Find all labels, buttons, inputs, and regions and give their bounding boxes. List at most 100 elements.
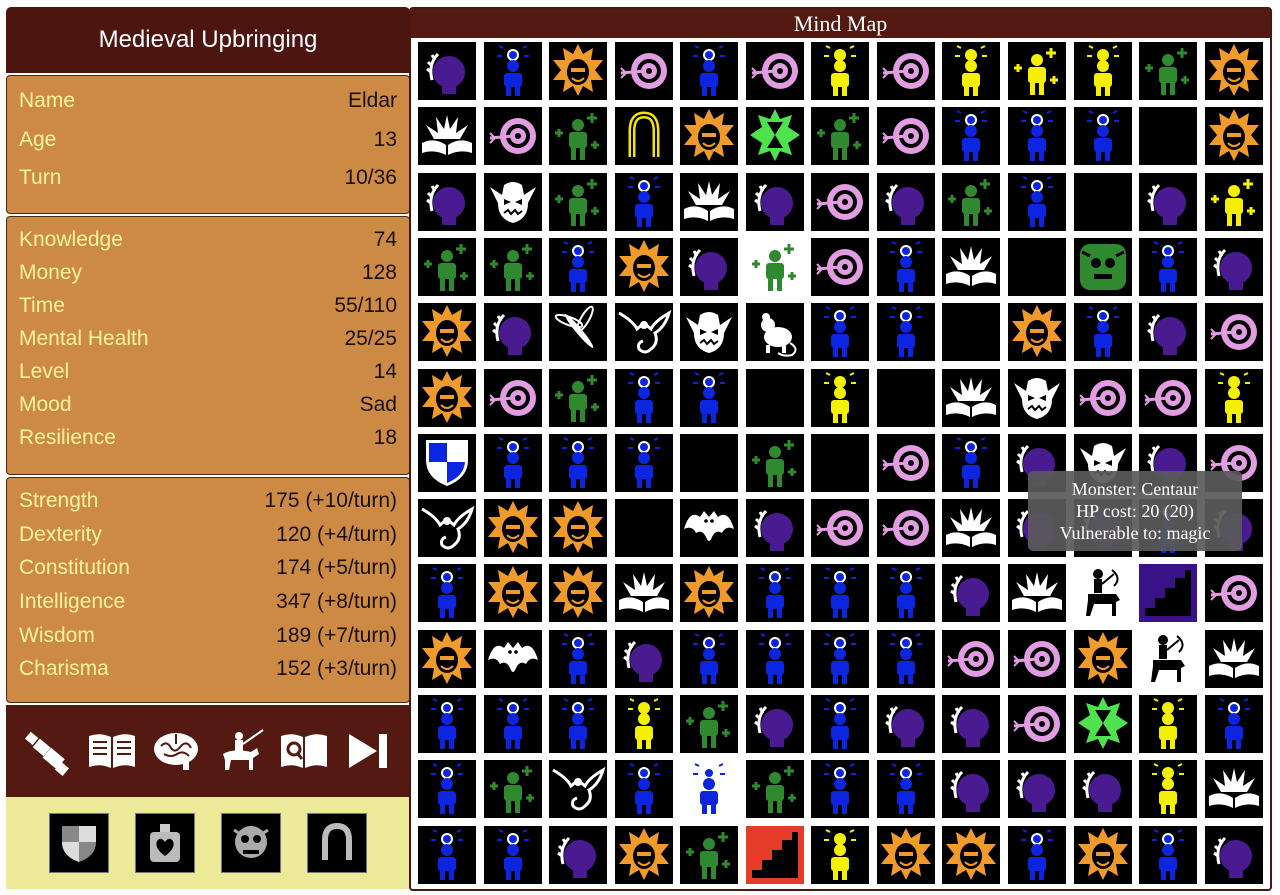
empty-cell[interactable]	[942, 303, 1001, 362]
map-cell-healing-person-icon[interactable]	[811, 107, 870, 166]
map-cell-lightbulb-person-icon[interactable]	[1007, 172, 1066, 231]
map-cell-lightbulb-person-icon[interactable]	[811, 564, 870, 623]
map-cell-healing-person-icon[interactable]	[942, 172, 1001, 231]
map-cell-target-icon[interactable]	[876, 42, 935, 100]
map-cell-lightbulb-person-icon[interactable]	[1204, 695, 1263, 753]
map-cell-target-icon[interactable]	[745, 42, 804, 100]
map-cell-lightbulb-person-icon[interactable]	[1139, 237, 1198, 296]
map-cell-lightbulb-person-icon[interactable]	[418, 760, 476, 819]
map-cell-lightbulb-person-icon[interactable]	[549, 433, 608, 492]
map-cell-goblin-face-icon[interactable]	[1007, 368, 1066, 427]
map-cell-sun-face-icon[interactable]	[1204, 107, 1263, 166]
map-cell-lightbulb-person-icon[interactable]	[418, 695, 476, 753]
map-cell-sun-face-icon[interactable]	[942, 825, 1001, 884]
map-cell-goblin-face-icon[interactable]	[483, 172, 542, 231]
map-cell-sun-face-icon[interactable]	[1073, 629, 1132, 688]
map-cell-stairs-icon[interactable]	[1139, 564, 1198, 623]
map-cell-lightbulb-person-icon[interactable]	[614, 172, 673, 231]
map-cell-lightbulb-person-icon[interactable]	[680, 368, 739, 427]
knight-horse-icon[interactable]	[213, 724, 267, 778]
map-cell-sun-face-icon[interactable]	[418, 629, 476, 688]
map-cell-sun-face-icon[interactable]	[614, 237, 673, 296]
map-cell-sun-face-icon[interactable]	[549, 42, 608, 100]
map-cell-lightbulb-person-icon[interactable]	[876, 629, 935, 688]
map-cell-open-book-icon[interactable]	[1204, 629, 1263, 688]
empty-cell[interactable]	[876, 368, 935, 427]
map-cell-healing-person-icon[interactable]	[549, 172, 608, 231]
map-cell-healing-person-icon[interactable]	[680, 695, 739, 753]
map-cell-lightbulb-person-icon[interactable]	[483, 42, 542, 100]
map-cell-lightbulb-person-icon[interactable]	[549, 629, 608, 688]
map-cell-lightbulb-person-icon[interactable]	[942, 433, 1001, 492]
empty-cell[interactable]	[1007, 237, 1066, 296]
map-cell-idea-person-yellow-icon[interactable]	[1073, 42, 1132, 100]
map-cell-troll-icon[interactable]	[1073, 237, 1132, 296]
map-cell-laurel-head-icon[interactable]	[418, 172, 476, 231]
map-cell-target-icon[interactable]	[876, 107, 935, 166]
shield-icon[interactable]	[49, 813, 109, 873]
map-cell-healing-person-icon[interactable]	[745, 760, 804, 819]
map-cell-idea-person-yellow-icon[interactable]	[1204, 368, 1263, 427]
map-cell-lightbulb-person-icon[interactable]	[418, 825, 476, 884]
map-cell-laurel-head-icon[interactable]	[614, 629, 673, 688]
map-cell-centaur-icon[interactable]	[1073, 564, 1132, 623]
empty-cell[interactable]	[1139, 107, 1198, 166]
map-cell-healing-person-icon[interactable]	[483, 760, 542, 819]
map-cell-idea-person-yellow-icon[interactable]	[614, 695, 673, 753]
map-cell-target-icon[interactable]	[1007, 695, 1066, 753]
map-cell-healing-person-icon[interactable]	[680, 825, 739, 884]
map-cell-laurel-head-icon[interactable]	[680, 237, 739, 296]
map-cell-lightbulb-person-icon[interactable]	[1139, 825, 1198, 884]
map-cell-lightbulb-person-icon[interactable]	[876, 760, 935, 819]
map-cell-lightbulb-person-icon[interactable]	[680, 760, 739, 819]
map-cell-wyvern-icon[interactable]	[418, 499, 476, 558]
map-cell-healing-person-icon[interactable]	[549, 368, 608, 427]
map-cell-lightbulb-person-icon[interactable]	[614, 368, 673, 427]
map-cell-lightbulb-person-icon[interactable]	[1073, 303, 1132, 362]
map-cell-target-icon[interactable]	[1007, 629, 1066, 688]
empty-cell[interactable]	[745, 368, 804, 427]
map-cell-idea-person-yellow-icon[interactable]	[942, 42, 1001, 100]
map-cell-open-book-icon[interactable]	[418, 107, 476, 166]
map-cell-laurel-head-icon[interactable]	[483, 303, 542, 362]
map-cell-target-icon[interactable]	[876, 499, 935, 558]
map-cell-hourglass-icon[interactable]	[745, 107, 804, 166]
map-cell-bat-icon[interactable]	[680, 499, 739, 558]
horseshoe-icon[interactable]	[307, 813, 367, 873]
map-cell-laurel-head-icon[interactable]	[1139, 303, 1198, 362]
map-cell-healing-person-icon[interactable]	[745, 433, 804, 492]
map-cell-laurel-head-icon[interactable]	[876, 695, 935, 753]
map-cell-lightbulb-person-icon[interactable]	[1007, 107, 1066, 166]
troll-icon[interactable]	[221, 813, 281, 873]
map-cell-lightbulb-person-icon[interactable]	[876, 564, 935, 623]
map-cell-sun-face-icon[interactable]	[876, 825, 935, 884]
map-cell-wyvern-icon[interactable]	[549, 760, 608, 819]
map-cell-laurel-head-icon[interactable]	[1139, 172, 1198, 231]
map-cell-open-book-icon[interactable]	[942, 237, 1001, 296]
map-cell-lightbulb-person-icon[interactable]	[811, 760, 870, 819]
map-cell-sun-face-icon[interactable]	[680, 107, 739, 166]
map-cell-target-icon[interactable]	[811, 237, 870, 296]
map-cell-horseshoe-icon[interactable]	[614, 107, 673, 166]
next-turn-icon[interactable]	[341, 724, 395, 778]
map-cell-idea-person-yellow-icon[interactable]	[811, 42, 870, 100]
potion-icon[interactable]	[135, 813, 195, 873]
map-cell-target-icon[interactable]	[614, 42, 673, 100]
map-cell-idea-person-yellow-icon[interactable]	[1139, 760, 1198, 819]
map-cell-sun-face-icon[interactable]	[549, 499, 608, 558]
map-cell-hourglass-icon[interactable]	[1073, 695, 1132, 753]
map-cell-goblin-face-icon[interactable]	[680, 303, 739, 362]
map-cell-laurel-head-icon[interactable]	[549, 825, 608, 884]
map-cell-laurel-head-icon[interactable]	[1204, 237, 1263, 296]
empty-cell[interactable]	[811, 433, 870, 492]
map-cell-lightbulb-person-icon[interactable]	[811, 629, 870, 688]
map-cell-sun-face-icon[interactable]	[418, 303, 476, 362]
map-cell-lightbulb-person-icon[interactable]	[614, 760, 673, 819]
map-cell-open-book-icon[interactable]	[942, 499, 1001, 558]
map-cell-lightbulb-person-icon[interactable]	[483, 825, 542, 884]
map-cell-dragonfly-icon[interactable]	[549, 303, 608, 362]
map-cell-centaur-icon[interactable]	[1139, 629, 1198, 688]
map-cell-lightbulb-person-icon[interactable]	[549, 695, 608, 753]
map-cell-sparkle-person-icon[interactable]	[1204, 172, 1263, 231]
map-cell-open-book-icon[interactable]	[1204, 760, 1263, 819]
